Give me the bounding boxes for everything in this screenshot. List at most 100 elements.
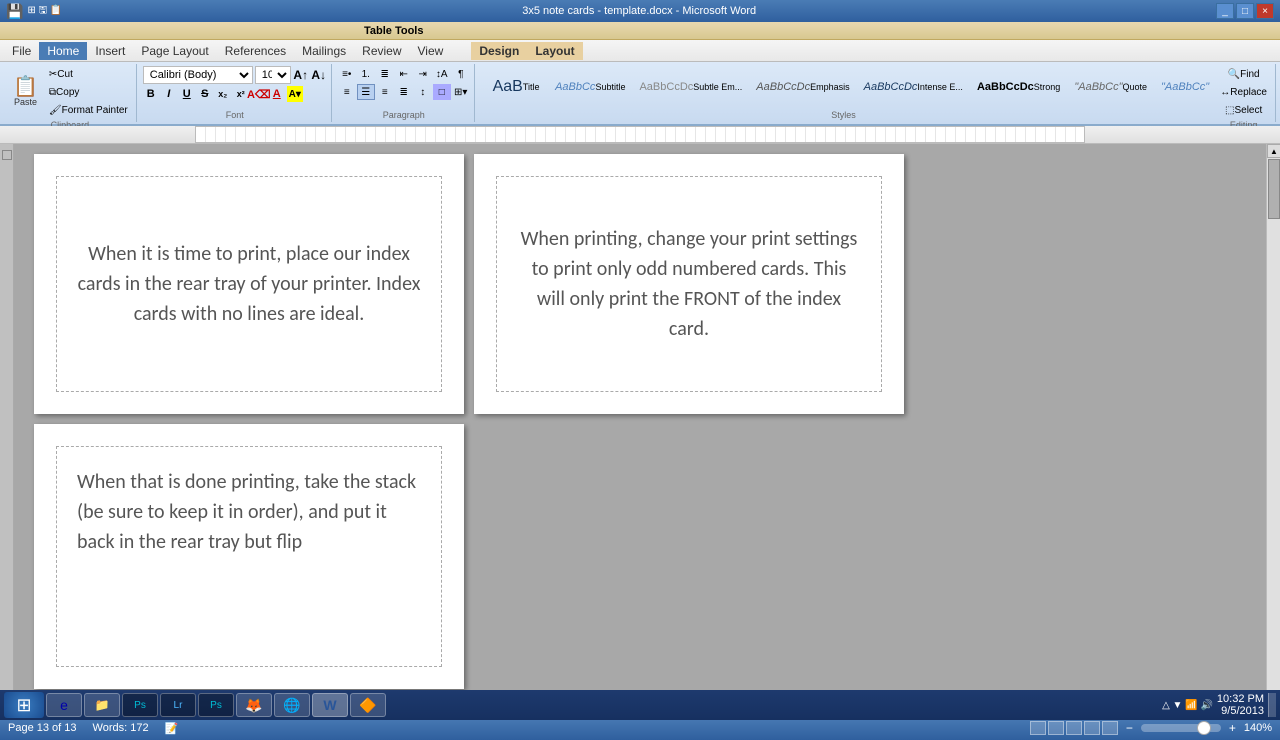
increase-indent-button[interactable]: ⇥: [414, 66, 432, 82]
menu-file[interactable]: File: [4, 42, 39, 60]
format-painter-button[interactable]: 🖌 Format Painter: [45, 102, 132, 118]
select-button[interactable]: ⬚ Select: [1221, 102, 1266, 118]
date-display: 9/5/2013: [1217, 705, 1264, 717]
font-size-select[interactable]: 10: [255, 66, 291, 84]
clear-format-button[interactable]: A⌫: [251, 86, 267, 102]
align-right-button[interactable]: ≡: [376, 84, 394, 100]
cut-icon: ✂: [49, 69, 57, 80]
words-label: Words: 172: [93, 722, 149, 734]
style-heading2[interactable]: AaBbCcHeading 2: [477, 66, 482, 108]
taskbar-ps2[interactable]: Ps: [198, 693, 234, 717]
select-icon: ⬚: [1225, 105, 1234, 116]
strikethrough-button[interactable]: S: [197, 86, 213, 102]
web-layout-btn[interactable]: [1066, 721, 1082, 735]
paste-button[interactable]: 📋 Paste: [8, 68, 43, 116]
cut-button[interactable]: ✂ Cut: [45, 66, 132, 82]
format-painter-label: Format Painter: [62, 105, 128, 116]
outline-btn[interactable]: [1084, 721, 1100, 735]
taskbar-firefox[interactable]: 🦊: [236, 693, 272, 717]
font-name-row: Calibri (Body) 10 A↑ A↓: [143, 66, 327, 84]
taskbar-vlc[interactable]: 🔶: [350, 693, 386, 717]
styles-items: AaBbCcDc1 Normal AaBbCcDc¶ No Spac... Aa…: [477, 66, 1211, 108]
numbering-button[interactable]: 1.: [357, 66, 375, 82]
card2-inner: When printing, change your print setting…: [496, 176, 882, 392]
shrink-font-button[interactable]: A↓: [311, 67, 327, 83]
align-left-button[interactable]: ≡: [338, 84, 356, 100]
style-emphasis[interactable]: AaBbCcDcEmphasis: [751, 66, 854, 108]
taskbar-ps[interactable]: Ps: [122, 693, 158, 717]
copy-label: Copy: [56, 87, 79, 98]
taskbar-show-desktop[interactable]: [1268, 693, 1276, 717]
bullets-button[interactable]: ≡•: [338, 66, 356, 82]
find-icon: 🔍: [1228, 69, 1240, 80]
sort-button[interactable]: ↕A: [433, 66, 451, 82]
scroll-thumb[interactable]: [1268, 159, 1280, 219]
style-subtle-em[interactable]: AaBbCcDcSubtle Em...: [634, 66, 747, 108]
taskbar-chrome[interactable]: 🌐: [274, 693, 310, 717]
font-content: Calibri (Body) 10 A↑ A↓ B I U S x₂ x² A⌫: [143, 66, 327, 108]
justify-button[interactable]: ≣: [395, 84, 413, 100]
font-name-select[interactable]: Calibri (Body): [143, 66, 253, 84]
close-btn[interactable]: ×: [1256, 3, 1274, 19]
status-track: 📝: [165, 722, 179, 735]
underline-button[interactable]: U: [179, 86, 195, 102]
shading-button[interactable]: □: [433, 84, 451, 100]
minimize-btn[interactable]: _: [1216, 3, 1234, 19]
page-row-1: When it is time to print, place our inde…: [34, 154, 1246, 414]
scroll-up-btn[interactable]: ▲: [1267, 144, 1280, 158]
menu-references[interactable]: References: [217, 42, 294, 60]
taskbar-lr[interactable]: Lr: [160, 693, 196, 717]
scroll-track[interactable]: [1267, 158, 1280, 702]
line-spacing-button[interactable]: ↕: [414, 84, 432, 100]
replace-button[interactable]: ↔ Replace: [1216, 84, 1271, 100]
menu-design[interactable]: Design: [471, 42, 527, 60]
multilevel-button[interactable]: ≣: [376, 66, 394, 82]
zoom-handle[interactable]: [1197, 721, 1211, 735]
menu-view[interactable]: View: [410, 42, 452, 60]
document-area[interactable]: When it is time to print, place our inde…: [14, 144, 1266, 716]
style-strong[interactable]: AaBbCcDcStrong: [972, 66, 1065, 108]
show-marks-button[interactable]: ¶: [452, 66, 470, 82]
menu-home[interactable]: Home: [39, 42, 87, 60]
start-button[interactable]: ⊞: [4, 692, 44, 718]
left-margin-control[interactable]: [2, 150, 12, 160]
decrease-indent-button[interactable]: ⇤: [395, 66, 413, 82]
styles-group-bottom: Styles: [831, 108, 856, 120]
menu-layout[interactable]: Layout: [527, 42, 582, 60]
style-quote[interactable]: "AaBbCc"Quote: [1069, 66, 1152, 108]
text-color-button[interactable]: A: [269, 86, 285, 102]
full-read-btn[interactable]: [1048, 721, 1064, 735]
draft-btn[interactable]: [1102, 721, 1118, 735]
bold-button[interactable]: B: [143, 86, 159, 102]
zoom-plus-btn[interactable]: +: [1229, 721, 1236, 735]
find-button[interactable]: 🔍 Find: [1224, 66, 1264, 82]
zoom-minus-btn[interactable]: −: [1126, 721, 1133, 735]
styles-label: Styles: [831, 108, 856, 120]
style-intense-em[interactable]: AaBbCcDcIntense E...: [859, 66, 968, 108]
ribbon-group-styles: AaBbCcDc1 Normal AaBbCcDc¶ No Spac... Aa…: [477, 64, 1211, 122]
highlight-button[interactable]: A▾: [287, 86, 303, 102]
zoom-slider[interactable]: [1141, 724, 1221, 732]
copy-button[interactable]: ⧉ Copy: [45, 84, 132, 100]
grow-font-button[interactable]: A↑: [293, 67, 309, 83]
border-button[interactable]: ⊞▾: [452, 84, 470, 100]
menu-bar: File Home Insert Page Layout References …: [0, 40, 1280, 62]
print-view-btn[interactable]: [1030, 721, 1046, 735]
menu-mailings[interactable]: Mailings: [294, 42, 354, 60]
left-sidebar: [0, 144, 14, 716]
taskbar-ie[interactable]: e: [46, 693, 82, 717]
style-title[interactable]: AaBTitle: [486, 66, 546, 108]
menu-page-layout[interactable]: Page Layout: [133, 42, 216, 60]
menu-review[interactable]: Review: [354, 42, 409, 60]
subscript-button[interactable]: x₂: [215, 86, 231, 102]
maximize-btn[interactable]: □: [1236, 3, 1254, 19]
align-center-button[interactable]: ☰: [357, 84, 375, 100]
style-subtitle[interactable]: AaBbCcSubtitle: [550, 66, 630, 108]
taskbar-explorer[interactable]: 📁: [84, 693, 120, 717]
taskbar-word[interactable]: W: [312, 693, 348, 717]
status-page: Page 13 of 13: [8, 722, 77, 734]
style-intense-q[interactable]: "AaBbCc"Intense Q...: [1156, 66, 1210, 108]
taskbar-right: △ ▼ 📶 🔊 10:32 PM 9/5/2013: [1162, 693, 1276, 717]
menu-insert[interactable]: Insert: [87, 42, 133, 60]
italic-button[interactable]: I: [161, 86, 177, 102]
